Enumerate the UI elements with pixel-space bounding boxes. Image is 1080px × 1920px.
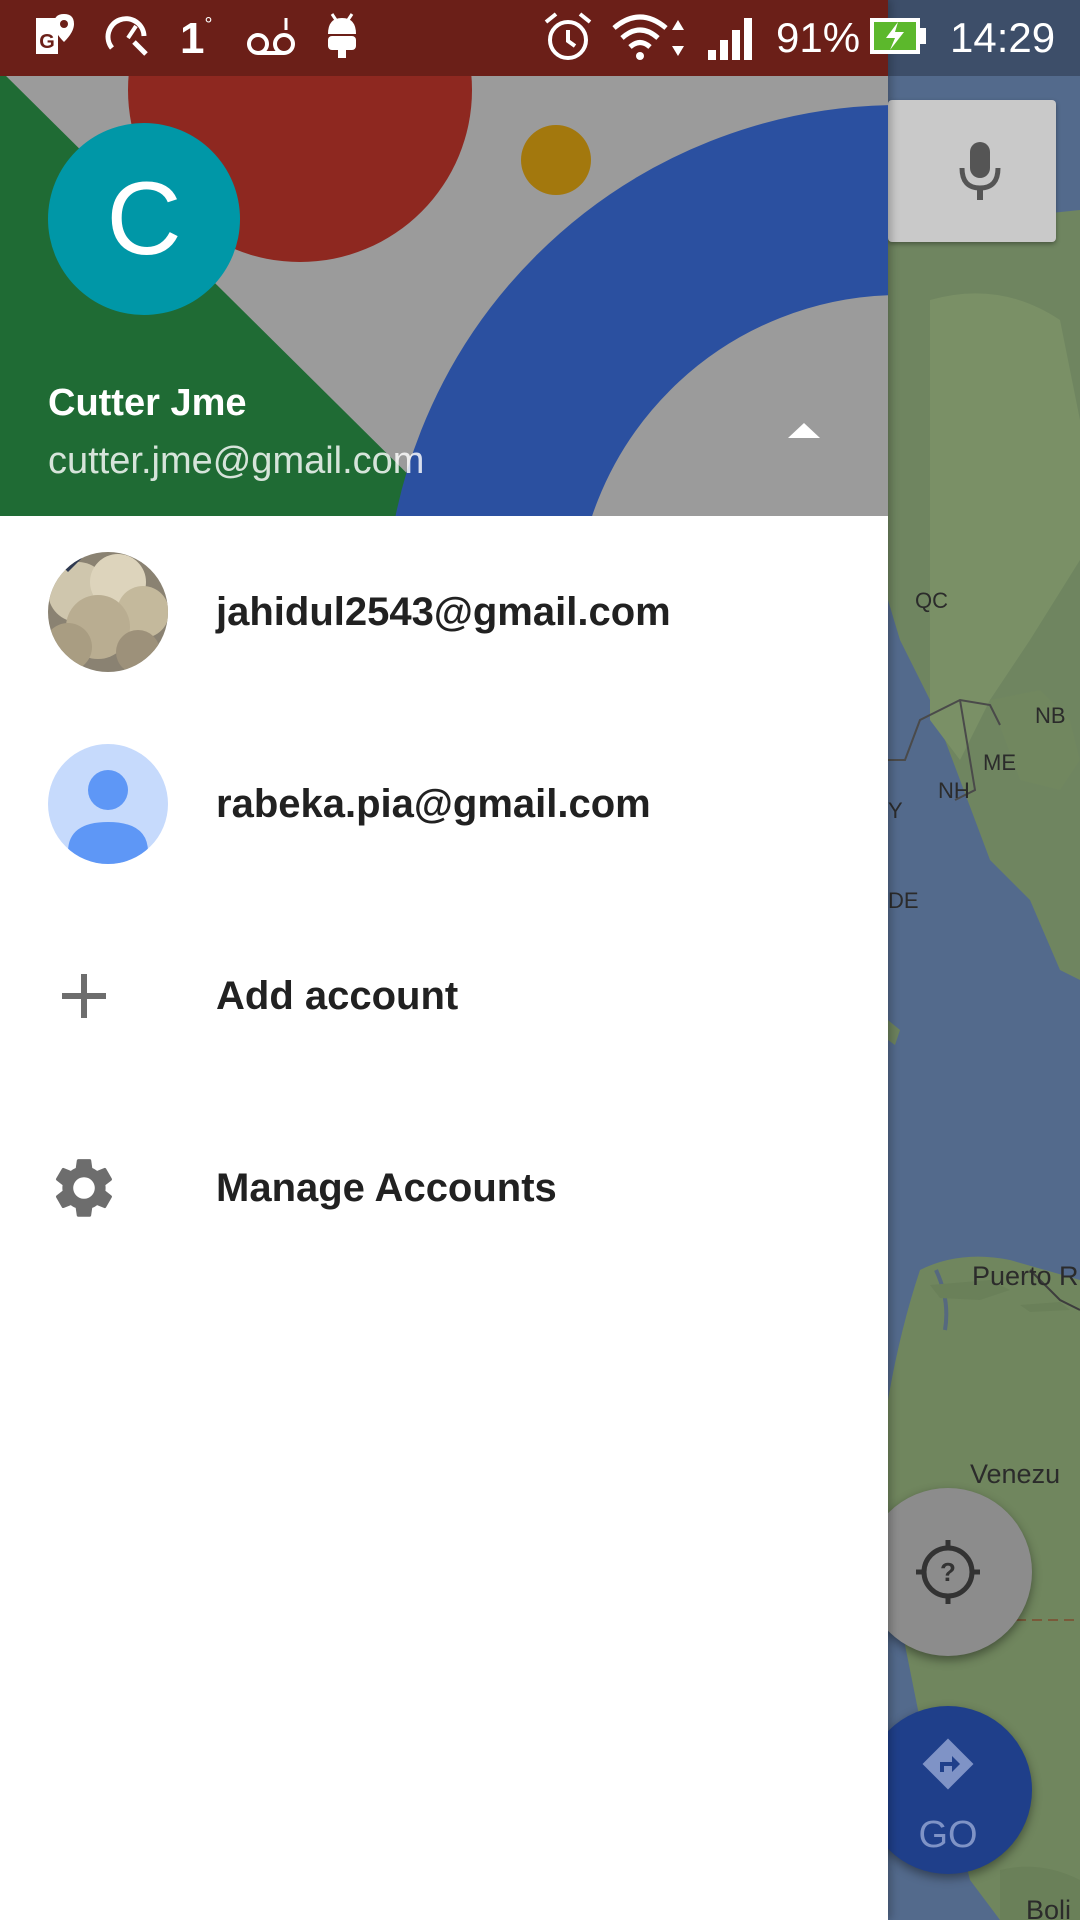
map-label-venezuela: Venezu [970,1459,1061,1489]
map-label-nh: NH [938,778,970,803]
collapse-accounts-arrow-icon[interactable] [776,410,832,450]
current-account-name: Cutter Jme [48,382,247,424]
map-label-puerto-rico: Puerto R [972,1261,1079,1291]
account-email-label: jahidul2543@gmail.com [216,590,671,634]
speed-settings-icon [105,16,148,56]
manage-accounts-button[interactable]: Manage Accounts [0,1092,888,1284]
maps-notification-icon: G [36,14,74,54]
svg-text:G: G [39,31,55,53]
status-bar: G 1° 91% 14:29 [0,0,1080,76]
map-label-me: ME [983,750,1016,775]
go-directions-button[interactable]: GO [864,1706,1032,1874]
add-icon [62,974,106,1018]
manage-accounts-label: Manage Accounts [216,1166,557,1210]
cell-signal-icon [708,18,752,60]
temperature-indicator: 1° [180,14,213,63]
voice-search-button[interactable] [888,100,1056,242]
go-label: GO [918,1814,978,1856]
account-drawer: C Cutter Jme cutter.jme@gmail.com jahidu… [0,0,888,1920]
wifi-icon [612,14,684,60]
add-account-button[interactable]: Add account [0,900,888,1092]
gear-icon [55,1159,113,1217]
map-label-nb: NB [1035,703,1066,728]
svg-text:?: ? [940,1557,956,1587]
account-email-label: rabeka.pia@gmail.com [216,782,651,826]
current-account-avatar[interactable]: C [48,123,240,315]
map-label-qc: QC [915,588,948,613]
drawer-header[interactable]: C Cutter Jme cutter.jme@gmail.com [0,0,888,516]
account-avatar-photo [48,552,168,672]
current-account-email: cutter.jme@gmail.com [48,440,425,482]
map-label-ny: Y [888,798,903,823]
clock: 14:29 [950,14,1056,61]
add-account-label: Add account [216,974,459,1018]
battery-charging-icon [870,18,926,54]
alarm-icon [544,12,592,60]
microphone-icon [959,142,1001,200]
directions-icon [922,1738,974,1790]
account-row-rabeka[interactable]: rabeka.pia@gmail.com [0,708,888,900]
battery-percent: 91% [776,14,861,61]
my-location-button[interactable]: ? [864,1488,1032,1656]
map-label-de: DE [888,888,919,913]
android-debug-icon [328,13,356,58]
default-person-avatar-icon [48,744,168,864]
voicemail-icon [247,18,295,55]
account-row-jahidul[interactable]: jahidul2543@gmail.com [0,516,888,708]
location-unknown-icon: ? [916,1540,980,1604]
map-label-bolivia: Boli [1026,1895,1072,1920]
